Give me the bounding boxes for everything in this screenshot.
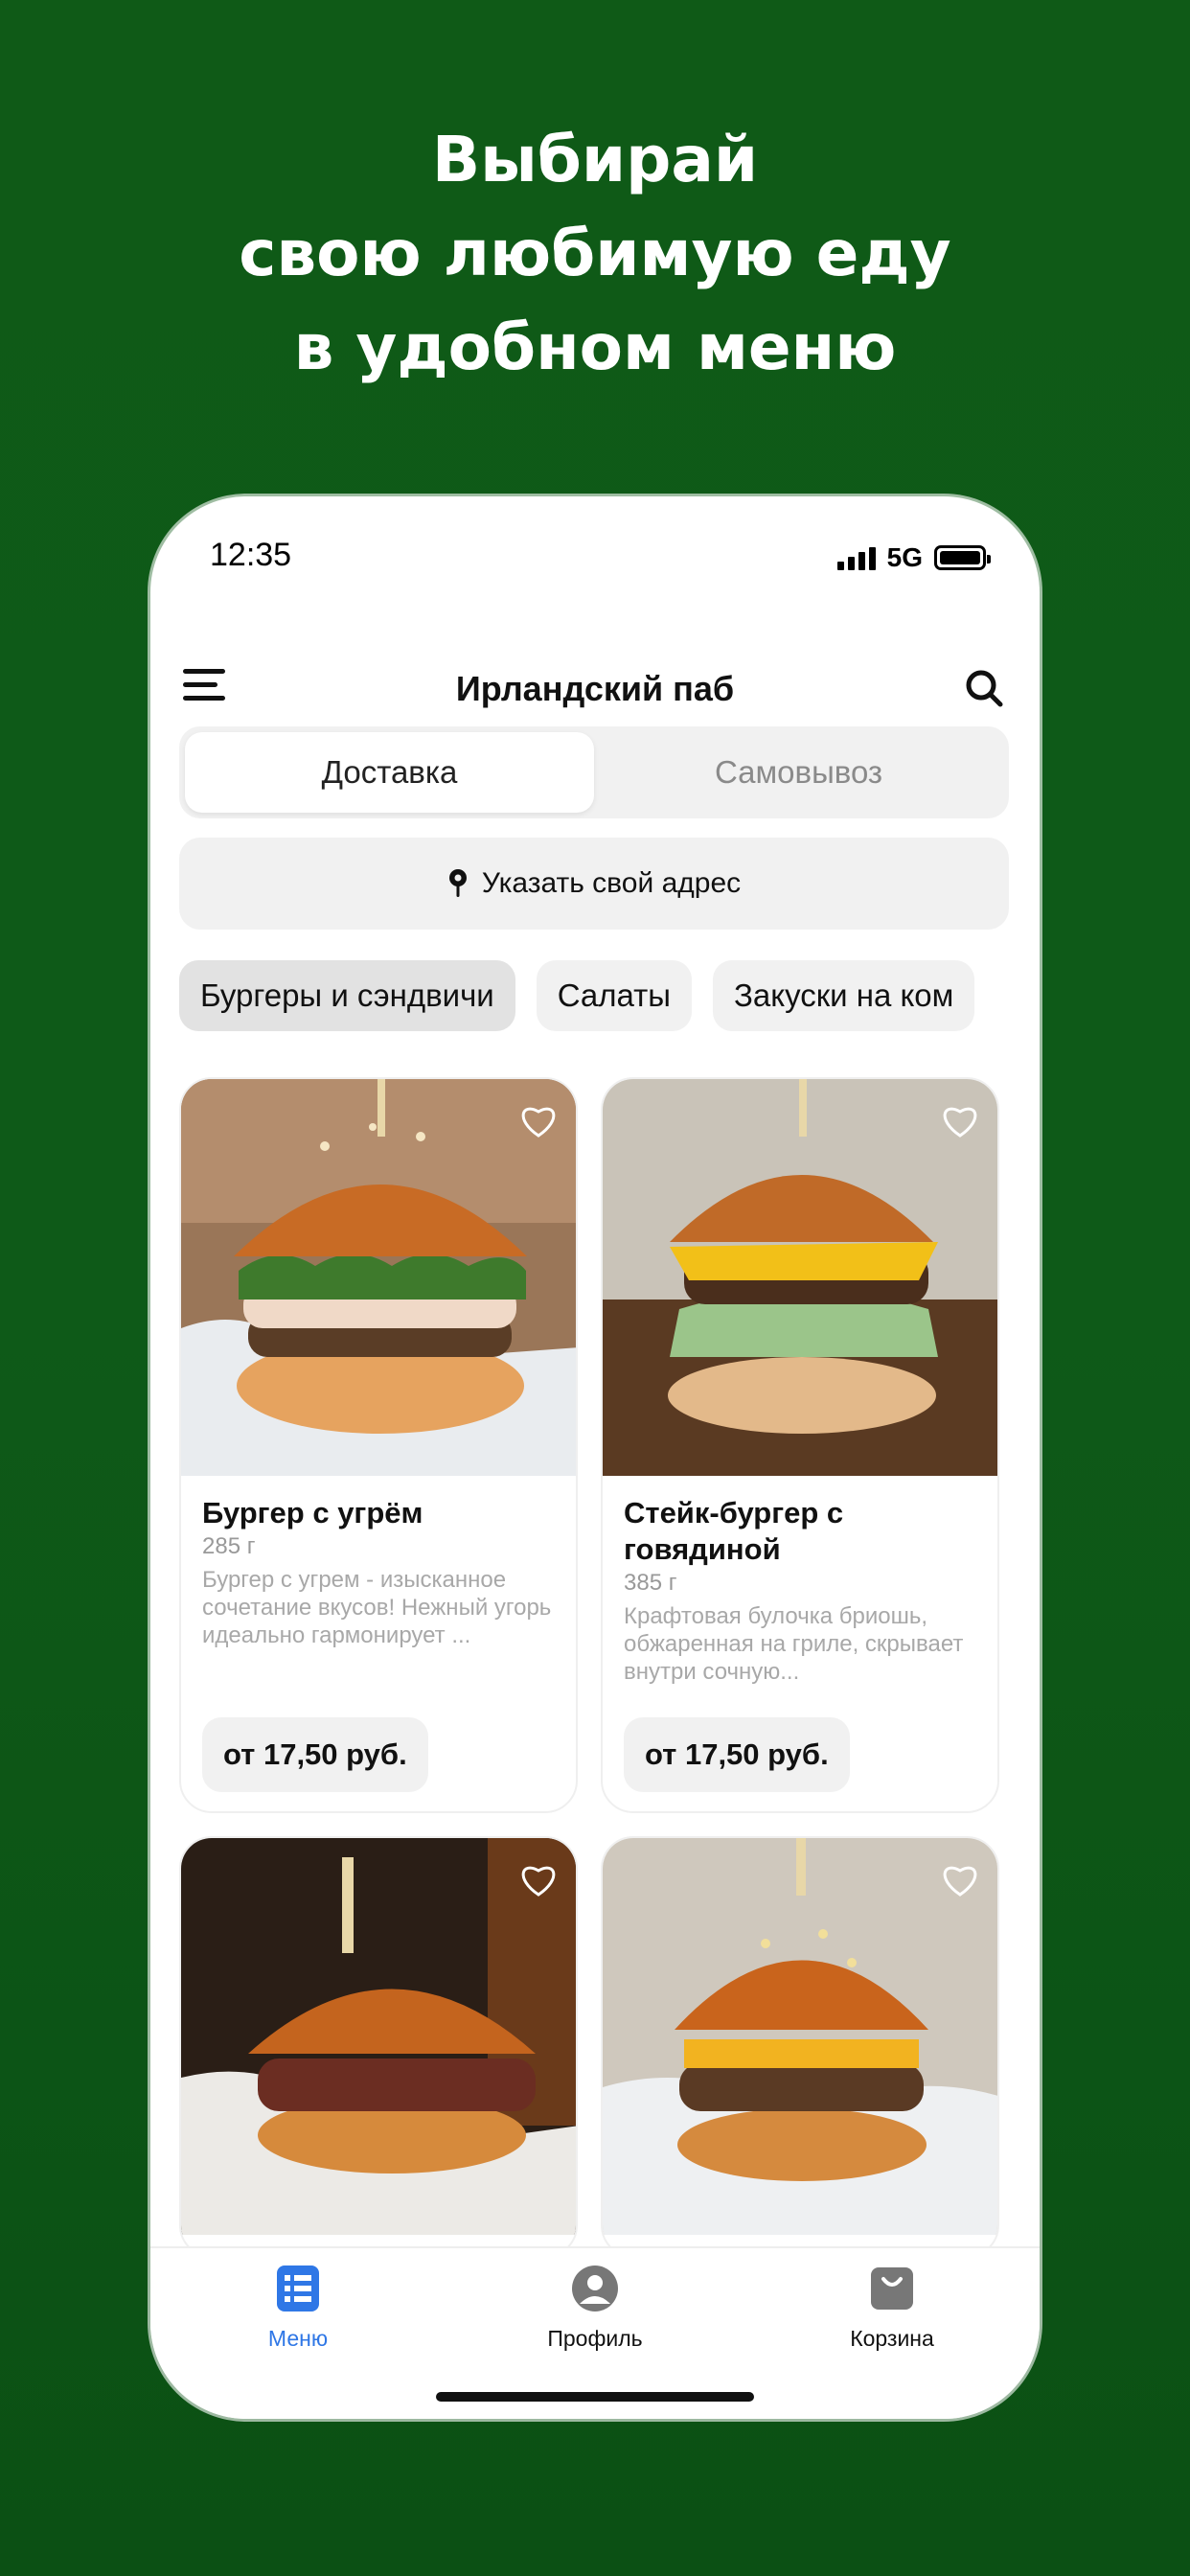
tab-cart[interactable]: Корзина bbox=[796, 2264, 988, 2352]
product-card[interactable]: Бургер с угрём 285 г Бургер с угрем - из… bbox=[179, 1077, 578, 1813]
home-indicator bbox=[436, 2392, 754, 2402]
battery-icon bbox=[934, 545, 991, 570]
category-chip-burgers[interactable]: Бургеры и сэндвичи bbox=[179, 960, 515, 1031]
product-photo bbox=[181, 1079, 576, 1476]
category-chip-salads[interactable]: Салаты bbox=[536, 960, 692, 1031]
product-name: Бургер с угрём bbox=[202, 1496, 423, 1530]
favorite-heart-icon[interactable] bbox=[940, 1861, 980, 1898]
page-title: Ирландский паб bbox=[455, 669, 735, 708]
delivery-toggle: Доставка Самовывоз bbox=[179, 726, 1009, 818]
product-photo bbox=[603, 1838, 997, 2235]
tab-menu[interactable]: Меню bbox=[202, 2264, 394, 2352]
favorite-heart-icon[interactable] bbox=[518, 1861, 559, 1898]
tab-delivery[interactable]: Доставка bbox=[185, 732, 594, 813]
promo-line-2: свою любимую еду bbox=[239, 217, 951, 290]
favorite-heart-icon[interactable] bbox=[518, 1102, 559, 1138]
promo-headline: Выбирай свою любимую еду в удобном меню bbox=[0, 113, 1190, 395]
menu-list-icon bbox=[277, 2266, 319, 2312]
promo-line-3: в удобном меню bbox=[293, 310, 897, 384]
profile-icon bbox=[572, 2266, 618, 2312]
product-weight: 385 г bbox=[624, 1570, 677, 1596]
product-description: Бургер с угрем - изысканное сочетание вк… bbox=[202, 1567, 552, 1648]
search-icon[interactable] bbox=[963, 667, 1005, 709]
product-card[interactable]: Стейк-бургер с говядиной 385 г Крафтовая… bbox=[601, 1077, 999, 1813]
top-bar: Ирландский паб bbox=[150, 640, 1040, 736]
status-time: 12:35 bbox=[210, 537, 292, 573]
tab-profile-label: Профиль bbox=[547, 2326, 643, 2351]
shopping-bag-icon bbox=[871, 2267, 913, 2310]
product-weight: 285 г bbox=[202, 1533, 256, 1559]
tab-pickup[interactable]: Самовывоз bbox=[594, 732, 1003, 813]
product-description: Крафтовая булочка бриошь, обжаренная на … bbox=[624, 1603, 964, 1685]
category-chip-snacks[interactable]: Закуски на ком bbox=[712, 960, 975, 1031]
address-label: Указать свой адрес bbox=[481, 867, 742, 899]
address-button[interactable]: Указать свой адрес bbox=[179, 838, 1009, 930]
price-button[interactable]: от 17,50 руб. bbox=[624, 1717, 850, 1792]
tab-profile[interactable]: Профиль bbox=[499, 2264, 691, 2352]
phone-screen: 12:35 5G Ирландский паб Доставка Самовыв… bbox=[150, 496, 1040, 2419]
tab-menu-label: Меню bbox=[267, 2326, 329, 2351]
product-photo bbox=[181, 1838, 576, 2235]
status-bar: 12:35 5G bbox=[150, 496, 1040, 611]
signal-icon bbox=[836, 545, 876, 570]
product-card[interactable] bbox=[601, 1836, 999, 2258]
product-name: Стейк-бургер с говядиной bbox=[624, 1496, 844, 1566]
network-type: 5G bbox=[886, 542, 923, 572]
promo-line-1: Выбирай bbox=[431, 123, 759, 196]
favorite-heart-icon[interactable] bbox=[940, 1102, 980, 1138]
product-photo bbox=[603, 1079, 997, 1476]
tab-cart-label: Корзина bbox=[850, 2326, 934, 2351]
price-button[interactable]: от 17,50 руб. bbox=[202, 1717, 428, 1792]
product-card[interactable] bbox=[179, 1836, 578, 2258]
category-chips: Бургеры и сэндвичи Салаты Закуски на ком bbox=[179, 960, 975, 1031]
location-pin-icon bbox=[448, 869, 467, 897]
